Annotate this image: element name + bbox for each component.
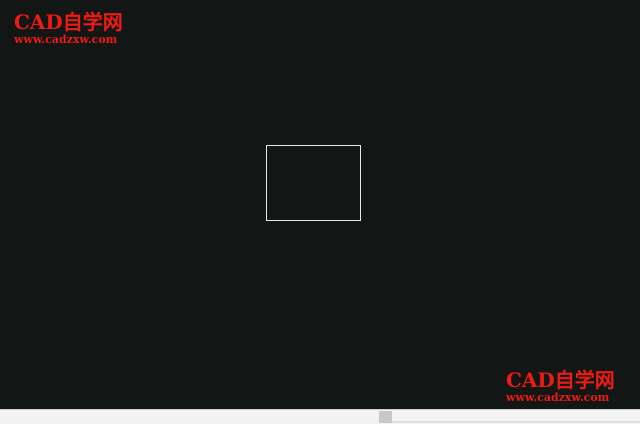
horizontal-scrollbar[interactable] [0,409,640,424]
watermark-url: www.cadzxw.com [506,391,610,404]
watermark-logo-top-left: CAD自学网 www.cadzxw.com [14,12,123,45]
drawn-rectangle[interactable] [266,145,361,221]
scrollbar-track[interactable] [392,421,640,423]
watermark-logo-bottom-right: CAD自学网 www.cadzxw.com [506,370,615,403]
watermark-title: CAD自学网 [506,368,615,392]
watermark-title: CAD自学网 [14,10,123,34]
scrollbar-thumb[interactable] [379,411,392,423]
watermark-url: www.cadzxw.com [14,33,118,46]
drawing-canvas[interactable]: CAD自学网 www.cadzxw.com CAD自学网 www.cadzxw.… [0,0,640,409]
